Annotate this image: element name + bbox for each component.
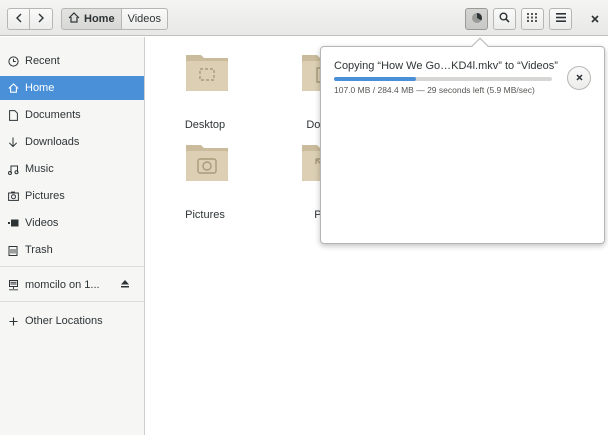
home-icon xyxy=(68,12,80,26)
operation-detail: 107.0 MB / 284.4 MB — 29 seconds left (5… xyxy=(334,85,535,95)
sidebar-item-label: Home xyxy=(25,82,55,94)
sidebar: Recent Home Documents Downloads Music Pi… xyxy=(0,37,145,435)
sidebar-item-label: Trash xyxy=(25,244,53,256)
forward-icon xyxy=(37,13,45,26)
path-home-label: Home xyxy=(84,13,115,25)
sidebar-item-trash[interactable]: Trash xyxy=(0,238,144,262)
operations-button[interactable] xyxy=(465,8,488,30)
path-videos-button[interactable]: Videos xyxy=(121,8,168,30)
plus-icon xyxy=(7,315,19,327)
sidebar-item-music[interactable]: Music xyxy=(0,157,144,181)
file-operations-popover: Copying “How We Go…KD4l.mkv” to “Videos”… xyxy=(320,37,605,244)
view-mode-button[interactable] xyxy=(521,8,544,30)
sidebar-item-network-drive[interactable]: momcilo on 1... xyxy=(0,273,144,297)
trash-icon xyxy=(7,244,19,256)
menu-button[interactable] xyxy=(549,8,572,30)
sidebar-item-label: Pictures xyxy=(25,190,65,202)
close-icon xyxy=(591,12,599,26)
close-window-button[interactable] xyxy=(587,8,603,30)
eject-icon[interactable] xyxy=(120,279,130,291)
sidebar-item-pictures[interactable]: Pictures xyxy=(0,184,144,208)
sidebar-item-downloads[interactable]: Downloads xyxy=(0,130,144,154)
sidebar-item-other-locations[interactable]: Other Locations xyxy=(0,309,144,333)
sidebar-separator xyxy=(0,301,144,302)
back-icon xyxy=(15,13,23,26)
clock-icon xyxy=(7,55,19,67)
music-icon xyxy=(7,163,19,175)
sidebar-item-label: Other Locations xyxy=(25,315,103,327)
menu-icon xyxy=(555,13,566,25)
toolbar-right xyxy=(465,8,572,30)
operation-title: Copying “How We Go…KD4l.mkv” to “Videos” xyxy=(334,60,558,72)
cancel-operation-button[interactable] xyxy=(567,66,591,90)
navigation-group xyxy=(7,8,53,30)
sidebar-separator xyxy=(0,266,144,267)
operation-progress-fill xyxy=(334,77,416,81)
folder-pictures[interactable]: Pictures xyxy=(160,129,250,221)
folder-desktop[interactable]: Desktop xyxy=(160,39,250,131)
forward-button[interactable] xyxy=(30,8,53,30)
video-icon xyxy=(7,217,19,229)
sidebar-item-label: Videos xyxy=(25,217,59,229)
operation-progress-bar xyxy=(334,77,552,81)
sidebar-item-recent[interactable]: Recent xyxy=(0,49,144,73)
search-icon xyxy=(499,12,510,26)
folder-icon xyxy=(186,55,228,91)
path-home-button[interactable]: Home xyxy=(61,8,122,30)
search-button[interactable] xyxy=(493,8,516,30)
sidebar-item-label: Downloads xyxy=(25,136,80,148)
sidebar-item-documents[interactable]: Documents xyxy=(0,103,144,127)
folder-icon xyxy=(186,145,228,181)
sidebar-item-label: Music xyxy=(25,163,54,175)
sidebar-item-label: momcilo on 1... xyxy=(25,279,100,291)
operations-icon xyxy=(471,12,483,27)
path-bar: Home Videos xyxy=(61,8,168,30)
back-button[interactable] xyxy=(7,8,30,30)
view-grid-icon xyxy=(527,13,538,25)
sidebar-item-videos[interactable]: Videos xyxy=(0,211,144,235)
sidebar-item-label: Documents xyxy=(25,109,81,121)
download-icon xyxy=(7,136,19,148)
path-videos-label: Videos xyxy=(127,13,161,25)
close-icon xyxy=(575,72,583,84)
folder-label: Pictures xyxy=(185,209,225,221)
home-icon xyxy=(7,82,19,94)
sidebar-item-home[interactable]: Home xyxy=(0,76,144,100)
document-icon xyxy=(7,109,19,121)
network-drive-icon xyxy=(7,279,19,291)
camera-icon xyxy=(7,190,19,202)
header-bar: Home Videos xyxy=(0,0,608,36)
sidebar-item-label: Recent xyxy=(25,55,60,67)
